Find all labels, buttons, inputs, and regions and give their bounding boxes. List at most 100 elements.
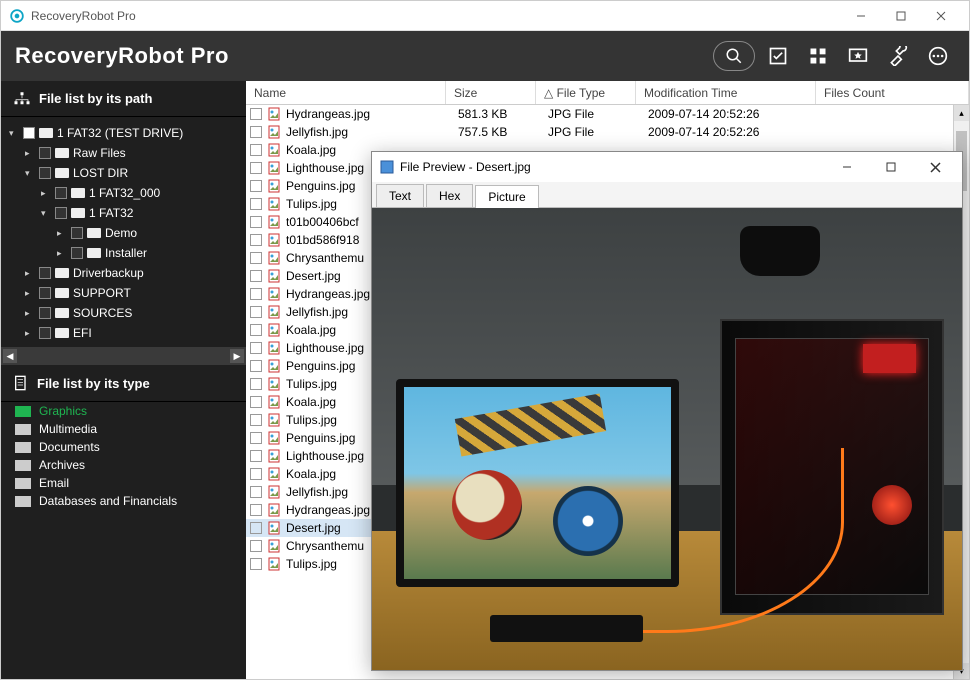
preview-maximize-button[interactable] <box>872 153 910 181</box>
tree-node[interactable]: ▸SOURCES <box>1 303 246 323</box>
row-checkbox[interactable] <box>250 234 262 246</box>
row-checkbox[interactable] <box>250 108 262 120</box>
row-checkbox[interactable] <box>250 324 262 336</box>
file-row[interactable]: Hydrangeas.jpg581.3 KBJPG File2009-07-14… <box>246 105 969 123</box>
grid-view-icon[interactable] <box>801 41 835 71</box>
expand-arrow-icon[interactable]: ▾ <box>25 164 35 182</box>
window-minimize-button[interactable] <box>841 2 881 30</box>
file-icon <box>266 503 282 517</box>
row-checkbox[interactable] <box>250 414 262 426</box>
expand-arrow-icon[interactable]: ▸ <box>25 324 35 342</box>
row-checkbox[interactable] <box>250 216 262 228</box>
row-checkbox[interactable] <box>250 180 262 192</box>
expand-arrow-icon[interactable]: ▾ <box>41 204 51 222</box>
folder-icon <box>55 148 69 158</box>
row-checkbox[interactable] <box>250 144 262 156</box>
row-checkbox[interactable] <box>250 504 262 516</box>
row-checkbox[interactable] <box>250 378 262 390</box>
tree-node[interactable]: ▸Installer <box>1 243 246 263</box>
tree-checkbox[interactable] <box>71 247 83 259</box>
row-checkbox[interactable] <box>250 396 262 408</box>
hscroll-right-icon[interactable]: ▶ <box>230 349 244 363</box>
star-tool-icon[interactable] <box>841 41 875 71</box>
row-checkbox[interactable] <box>250 270 262 282</box>
col-type[interactable]: △ File Type <box>536 81 636 104</box>
type-item[interactable]: Graphics <box>1 402 246 420</box>
tool-icon[interactable] <box>881 41 915 71</box>
preview-tab-text[interactable]: Text <box>376 184 424 207</box>
tree-checkbox[interactable] <box>39 147 51 159</box>
tree-checkbox[interactable] <box>71 227 83 239</box>
col-modtime[interactable]: Modification Time <box>636 81 816 104</box>
type-item[interactable]: Documents <box>1 438 246 456</box>
tree-node[interactable]: ▸EFI <box>1 323 246 343</box>
file-row[interactable]: Jellyfish.jpg757.5 KBJPG File2009-07-14 … <box>246 123 969 141</box>
tree-node[interactable]: ▸Raw Files <box>1 143 246 163</box>
col-size[interactable]: Size <box>446 81 536 104</box>
expand-arrow-icon[interactable]: ▸ <box>25 304 35 322</box>
row-checkbox[interactable] <box>250 198 262 210</box>
tree-checkbox[interactable] <box>55 187 67 199</box>
row-checkbox[interactable] <box>250 252 262 264</box>
tree-checkbox[interactable] <box>39 327 51 339</box>
preview-title-text: File Preview - Desert.jpg <box>400 160 822 174</box>
tree-checkbox[interactable] <box>55 207 67 219</box>
tree-checkbox[interactable] <box>39 307 51 319</box>
tree-checkbox[interactable] <box>39 167 51 179</box>
hscroll-left-icon[interactable]: ◀ <box>3 349 17 363</box>
row-checkbox[interactable] <box>250 486 262 498</box>
row-checkbox[interactable] <box>250 360 262 372</box>
row-checkbox[interactable] <box>250 306 262 318</box>
row-checkbox[interactable] <box>250 162 262 174</box>
row-checkbox[interactable] <box>250 126 262 138</box>
tree-node[interactable]: ▾ 1 FAT32 (TEST DRIVE) <box>1 123 246 143</box>
tree-checkbox[interactable] <box>23 127 35 139</box>
row-checkbox[interactable] <box>250 450 262 462</box>
row-checkbox[interactable] <box>250 468 262 480</box>
checkbox-tool-icon[interactable] <box>761 41 795 71</box>
col-name[interactable]: Name <box>246 81 446 104</box>
window-close-button[interactable] <box>921 2 961 30</box>
type-item[interactable]: Email <box>1 474 246 492</box>
expand-arrow-icon[interactable]: ▸ <box>25 144 35 162</box>
preview-tab-hex[interactable]: Hex <box>426 184 473 207</box>
window-maximize-button[interactable] <box>881 2 921 30</box>
search-button[interactable] <box>713 41 755 71</box>
vscroll-up-icon[interactable]: ▴ <box>954 105 969 121</box>
preview-tab-picture[interactable]: Picture <box>475 185 538 208</box>
type-item[interactable]: Archives <box>1 456 246 474</box>
expand-arrow-icon[interactable]: ▸ <box>57 224 67 242</box>
tree-node[interactable]: ▾LOST DIR <box>1 163 246 183</box>
preview-titlebar[interactable]: File Preview - Desert.jpg <box>372 152 962 182</box>
tree-checkbox[interactable] <box>39 287 51 299</box>
expand-arrow-icon[interactable]: ▸ <box>57 244 67 262</box>
row-checkbox[interactable] <box>250 342 262 354</box>
folder-tree[interactable]: ▾ 1 FAT32 (TEST DRIVE)▸Raw Files▾LOST DIR… <box>1 117 246 347</box>
tree-node[interactable]: ▸1 FAT32_000 <box>1 183 246 203</box>
type-item[interactable]: Databases and Financials <box>1 492 246 510</box>
column-headers[interactable]: Name Size △ File Type Modification Time … <box>246 81 969 105</box>
more-menu-icon[interactable] <box>921 41 955 71</box>
row-checkbox[interactable] <box>250 288 262 300</box>
row-checkbox[interactable] <box>250 540 262 552</box>
tree-node[interactable]: ▸Driverbackup <box>1 263 246 283</box>
col-count[interactable]: Files Count <box>816 81 969 104</box>
tree-checkbox[interactable] <box>39 267 51 279</box>
preview-minimize-button[interactable] <box>828 153 866 181</box>
sidebar-hscrollbar[interactable]: ◀ ▶ <box>1 347 246 365</box>
tree-node[interactable]: ▾1 FAT32 <box>1 203 246 223</box>
type-item[interactable]: Multimedia <box>1 420 246 438</box>
preview-window[interactable]: File Preview - Desert.jpg Text Hex Pictu… <box>371 151 963 671</box>
expand-arrow-icon[interactable]: ▾ <box>9 124 19 142</box>
row-checkbox[interactable] <box>250 558 262 570</box>
tree-label: 1 FAT32 (TEST DRIVE) <box>57 124 183 142</box>
expand-arrow-icon[interactable]: ▸ <box>25 264 35 282</box>
row-checkbox[interactable] <box>250 522 262 534</box>
tree-node[interactable]: ▸Demo <box>1 223 246 243</box>
expand-arrow-icon[interactable]: ▸ <box>25 284 35 302</box>
row-checkbox[interactable] <box>250 432 262 444</box>
tree-node[interactable]: ▸SUPPORT <box>1 283 246 303</box>
expand-arrow-icon[interactable]: ▸ <box>41 184 51 202</box>
preview-close-button[interactable] <box>916 153 954 181</box>
type-list[interactable]: GraphicsMultimediaDocumentsArchivesEmail… <box>1 402 246 679</box>
